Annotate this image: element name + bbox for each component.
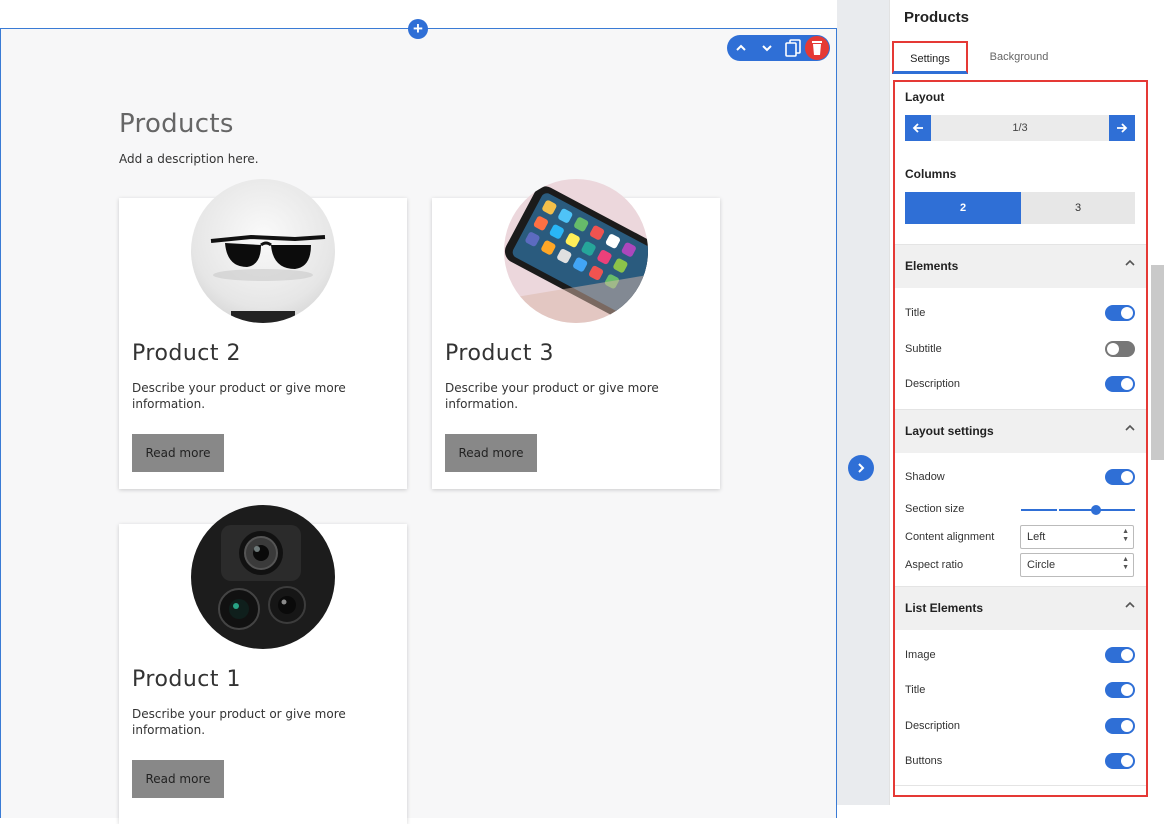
element-title-label: Title — [905, 307, 926, 319]
editor-canvas: Products Add a description here. Product… — [0, 0, 837, 824]
element-description-toggle[interactable] — [1105, 376, 1135, 392]
settings-content: Layout 1/3 Columns 2 3 Elements Title Su… — [893, 80, 1148, 797]
read-more-button[interactable]: Read more — [132, 434, 224, 472]
elements-group-title: Elements — [905, 259, 959, 273]
elements-group-header[interactable]: Elements — [895, 244, 1146, 288]
delete-button[interactable] — [805, 36, 829, 60]
read-more-button[interactable]: Read more — [445, 434, 537, 472]
element-subtitle-label: Subtitle — [905, 343, 942, 355]
select-arrows-icon: ▲ ▼ — [1122, 556, 1129, 571]
layout-prev-button[interactable] — [905, 115, 931, 141]
section-title[interactable]: Products — [119, 109, 234, 139]
chevron-up-icon — [736, 44, 746, 51]
arrow-left-icon — [912, 123, 923, 133]
tab-background[interactable]: Background — [980, 41, 1058, 74]
panel-gutter — [837, 0, 889, 805]
arrow-right-icon — [1117, 123, 1128, 133]
trash-icon — [812, 41, 822, 55]
layout-settings-group-title: Layout settings — [905, 424, 994, 438]
list-image-label: Image — [905, 649, 936, 661]
list-description-toggle[interactable] — [1105, 718, 1135, 734]
product-card[interactable]: Product 3 Describe your product or give … — [432, 179, 720, 489]
product-description[interactable]: Describe your product or give more infor… — [445, 380, 675, 412]
plus-icon: + — [413, 19, 423, 38]
product-image-camera-lenses[interactable] — [191, 505, 335, 649]
product-title[interactable]: Product 2 — [132, 341, 241, 366]
read-more-button[interactable]: Read more — [132, 760, 224, 798]
product-title[interactable]: Product 3 — [445, 341, 554, 366]
section-description[interactable]: Add a description here. — [119, 152, 259, 166]
shadow-toggle[interactable] — [1105, 469, 1135, 485]
element-subtitle-toggle[interactable] — [1105, 341, 1135, 357]
settings-panel: Products Settings Background Layout 1/3 … — [889, 0, 1164, 805]
divider — [895, 785, 1146, 786]
columns-option-2[interactable]: 2 — [905, 192, 1021, 224]
columns-selector: 2 3 — [905, 192, 1135, 224]
slider-thumb[interactable] — [1091, 505, 1102, 515]
chevron-right-icon — [858, 463, 865, 473]
product-description[interactable]: Describe your product or give more infor… — [132, 706, 362, 738]
list-elements-group-header[interactable]: List Elements — [895, 586, 1146, 630]
toggle-panel-button[interactable] — [848, 455, 874, 481]
content-alignment-label: Content alignment — [905, 531, 995, 543]
aspect-ratio-select[interactable]: Circle ▲ ▼ — [1020, 553, 1134, 577]
layout-label: Layout — [905, 90, 945, 104]
section-size-label: Section size — [905, 503, 965, 515]
section-size-slider[interactable] — [1021, 505, 1135, 515]
products-section[interactable]: Products Add a description here. Product… — [0, 28, 837, 824]
product-image-sunglasses[interactable] — [191, 179, 335, 323]
product-image-smartphone[interactable] — [504, 179, 648, 323]
layout-counter: 1/3 — [1012, 122, 1028, 134]
panel-title: Products — [904, 9, 970, 26]
layout-settings-group-header[interactable]: Layout settings — [895, 409, 1146, 453]
columns-option-3[interactable]: 3 — [1021, 192, 1135, 224]
duplicate-button[interactable] — [781, 35, 805, 61]
panel-scrollbar[interactable] — [1151, 265, 1164, 460]
list-buttons-label: Buttons — [905, 755, 943, 767]
list-image-toggle[interactable] — [1105, 647, 1135, 663]
chevron-up-icon — [1125, 259, 1135, 266]
content-alignment-select[interactable]: Left ▲ ▼ — [1020, 525, 1134, 549]
list-description-label: Description — [905, 720, 961, 732]
product-card[interactable]: Product 1 Describe your product or give … — [119, 505, 407, 824]
section-toolbar — [727, 35, 830, 61]
aspect-ratio-value: Circle — [1027, 559, 1056, 571]
aspect-ratio-label: Aspect ratio — [905, 559, 964, 571]
list-buttons-toggle[interactable] — [1105, 753, 1135, 769]
product-description[interactable]: Describe your product or give more infor… — [132, 380, 362, 412]
content-alignment-value: Left — [1027, 531, 1046, 543]
select-arrows-icon: ▲ ▼ — [1122, 528, 1129, 543]
chevron-down-icon — [762, 45, 772, 52]
columns-label: Columns — [905, 167, 957, 181]
move-down-button[interactable] — [755, 35, 779, 61]
list-title-label: Title — [905, 684, 926, 696]
list-title-toggle[interactable] — [1105, 682, 1135, 698]
layout-next-button[interactable] — [1109, 115, 1135, 141]
product-title[interactable]: Product 1 — [132, 667, 241, 692]
shadow-label: Shadow — [905, 471, 945, 483]
chevron-up-icon — [1125, 424, 1135, 431]
layout-navigator: 1/3 — [905, 115, 1135, 141]
element-title-toggle[interactable] — [1105, 305, 1135, 321]
move-up-button[interactable] — [729, 35, 753, 61]
add-section-button[interactable]: + — [408, 19, 428, 39]
chevron-up-icon — [1125, 601, 1135, 608]
list-elements-group-title: List Elements — [905, 601, 984, 615]
element-description-label: Description — [905, 378, 961, 390]
copy-icon — [785, 39, 801, 57]
product-card[interactable]: Product 2 Describe your product or give … — [119, 179, 407, 489]
tab-settings[interactable]: Settings — [892, 41, 968, 74]
